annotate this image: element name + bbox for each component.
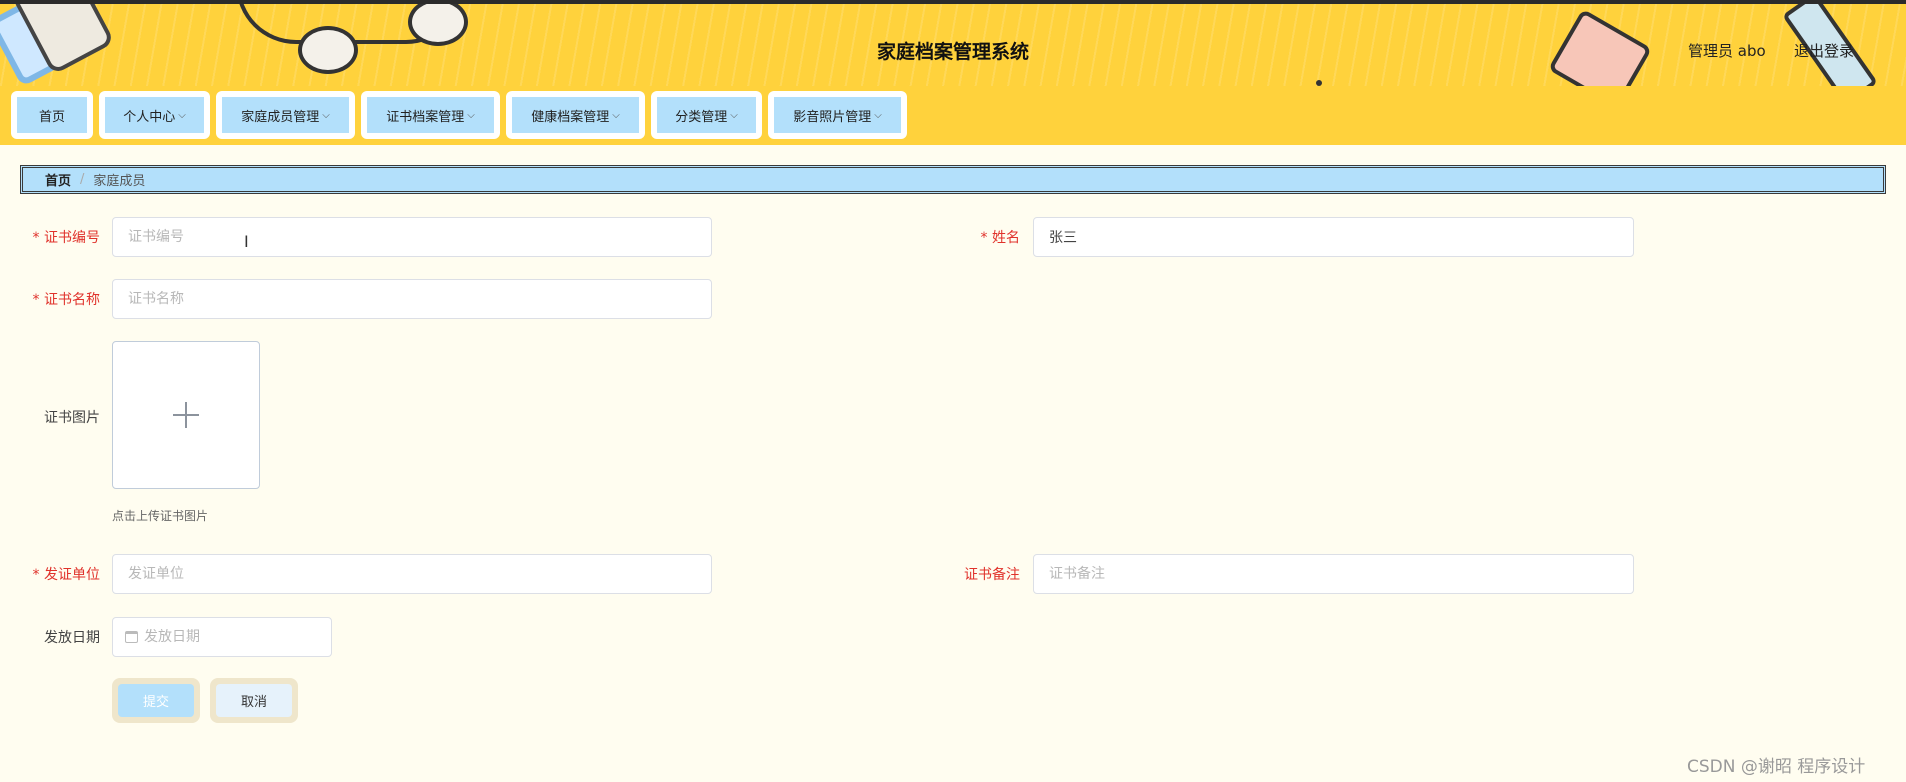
nav-item-label: 健康档案管理 [531,109,610,125]
nav-item-label: 个人中心 [123,109,176,125]
watermark: CSDN @谢昭 程序设计 [1687,757,1866,777]
cert-name-input[interactable] [112,279,712,319]
nav-item-label: 证书档案管理 [386,109,465,125]
cert-image-label: 证书图片 [44,410,100,426]
nav-item-family-members[interactable]: 家庭成员管理 ⌵ [216,91,355,139]
chevron-down-icon: ⌵ [612,109,620,121]
header: 家庭档案管理系统 管理员 abo 退出登录 [0,4,1906,86]
image-upload-area[interactable] [112,341,260,489]
submit-button[interactable]: 提交 [112,678,200,723]
chevron-down-icon: ⌵ [322,109,330,121]
nav-item-inner: 健康档案管理 ⌵ [512,97,639,133]
submit-button-label: 提交 [142,695,169,710]
submit-button-inner: 提交 [118,684,194,717]
app-title: 家庭档案管理系统 [876,41,1029,63]
nav-item-label: 首页 [38,109,65,125]
issue-date-picker[interactable] [112,617,332,657]
calendar-icon [125,631,138,643]
nav-item-inner: 家庭成员管理 ⌵ [222,97,349,133]
upload-tip: 点击上传证书图片 [112,509,209,523]
chevron-down-icon: ⌵ [178,109,186,121]
logout-link[interactable]: 退出登录 [1794,40,1854,61]
nav-item-inner: 证书档案管理 ⌵ [367,97,494,133]
cancel-button[interactable]: 取消 [210,678,298,723]
breadcrumb-home[interactable]: 首页 [45,170,71,189]
cert-name-label: 证书名称 [0,289,100,309]
nav-item-categories[interactable]: 分类管理 ⌵ [651,91,762,139]
nav-item-health-records[interactable]: 健康档案管理 ⌵ [506,91,645,139]
issuer-label: 发证单位 [0,564,100,584]
issuer-input[interactable] [112,554,712,594]
breadcrumb: 首页 / 家庭成员 [20,165,1886,194]
cancel-button-label: 取消 [240,695,267,710]
chevron-down-icon: ⌵ [874,109,882,121]
remark-input[interactable] [1033,554,1634,594]
breadcrumb-separator: / [80,172,85,187]
nav-item-inner: 首页 [17,97,87,133]
main-nav: 首页 个人中心 ⌵ 家庭成员管理 ⌵ 证书档案管理 ⌵ 健康档案管理 ⌵ 分类管理 ⌵ 影… [0,86,1906,145]
nav-item-inner: 影音照片管理 ⌵ [774,97,901,133]
name-input[interactable] [1033,217,1634,257]
issue-date-label: 发放日期 [44,630,100,646]
nav-item-inner: 个人中心 ⌵ [105,97,204,133]
nav-item-media-photos[interactable]: 影音照片管理 ⌵ [768,91,907,139]
issue-date-input[interactable] [144,629,324,645]
nav-item-label: 家庭成员管理 [241,109,320,125]
nav-item-certificates[interactable]: 证书档案管理 ⌵ [361,91,500,139]
chevron-down-icon: ⌵ [467,109,475,121]
nav-item-label: 分类管理 [675,109,728,125]
nav-item-personal-center[interactable]: 个人中心 ⌵ [99,91,210,139]
text-cursor-icon: I [244,232,249,251]
current-user: 管理员 abo [1688,42,1766,60]
cert-no-input[interactable] [112,217,712,257]
remark-label: 证书备注 [964,567,1020,583]
cancel-button-inner: 取消 [216,684,292,717]
cert-no-label: 证书编号 [0,227,100,247]
name-label: 姓名 [920,227,1020,247]
nav-item-label: 影音照片管理 [793,109,872,125]
plus-icon [173,402,199,428]
nav-item-home[interactable]: 首页 [11,91,93,139]
chevron-down-icon: ⌵ [730,109,738,121]
nav-item-inner: 分类管理 ⌵ [657,97,756,133]
breadcrumb-current: 家庭成员 [93,174,146,189]
